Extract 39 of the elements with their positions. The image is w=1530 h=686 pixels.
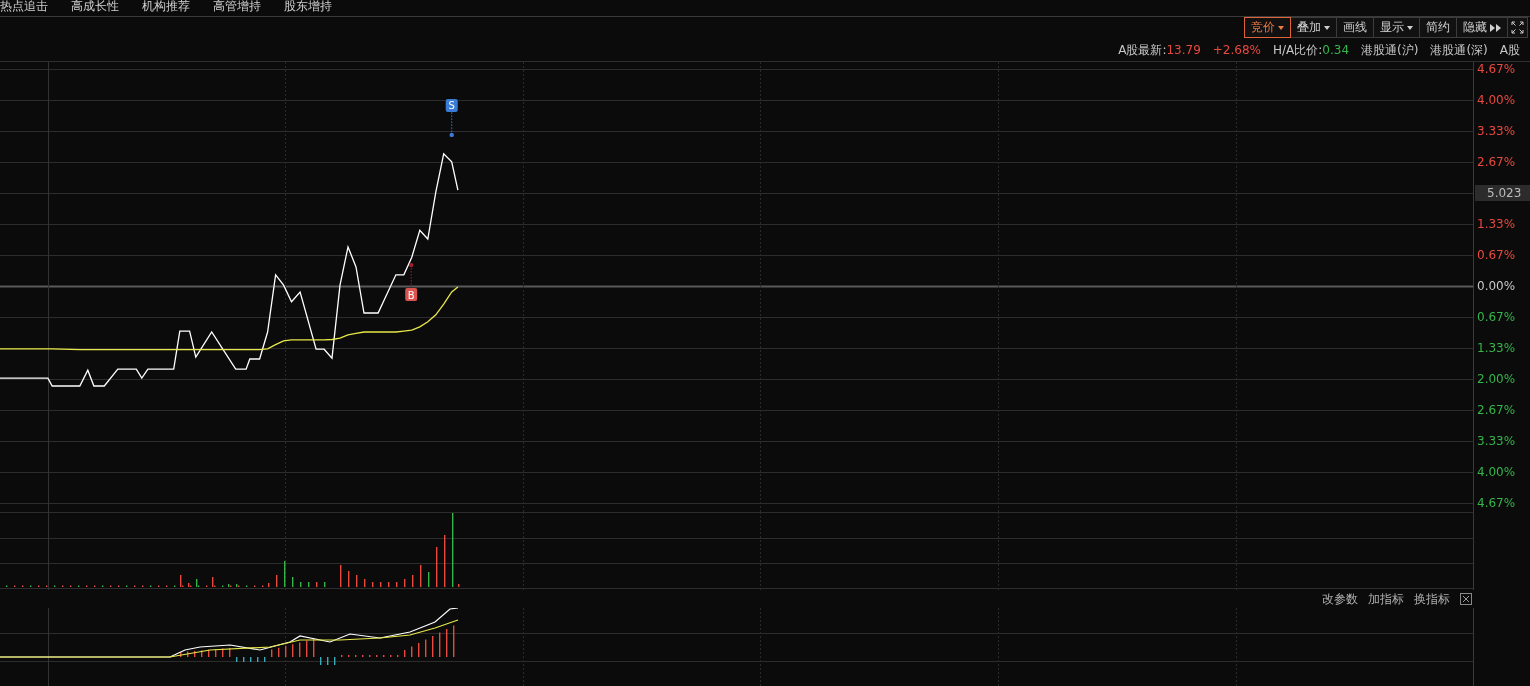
close-icon [1461,594,1471,604]
axis-label: 0.67% [1477,248,1516,262]
axis-label: 4.00% [1477,465,1516,479]
toolbar-button[interactable]: 叠加 [1290,17,1337,38]
indicator-action-link[interactable]: 换指标 [1414,590,1450,608]
close-button[interactable] [1460,593,1472,605]
info-link[interactable]: 港股通(深) [1430,41,1488,59]
axis-label: 2.67% [1477,155,1516,169]
toolbar-button[interactable]: 简约 [1419,17,1457,38]
menu-item[interactable]: 高管增持 [213,0,261,16]
toolbar-button[interactable]: 竞价 [1244,17,1291,38]
info-link[interactable]: A股 [1499,41,1520,59]
axis-label: 2.67% [1477,403,1516,417]
axis-label: 2.00% [1477,372,1516,386]
axis-label: 1.33% [1477,341,1516,355]
fullscreen-button[interactable] [1507,17,1528,38]
info-link[interactable]: 港股通(沪) [1361,41,1419,59]
menu-item[interactable]: 股东增持 [284,0,332,16]
axis-label: 4.67% [1477,496,1516,510]
axis-label: 0.00% [1477,279,1516,293]
axis-label: 3.33% [1477,434,1516,448]
info-label: H/A比价:0.34 [1273,41,1350,59]
axis-label: 3.33% [1477,124,1516,138]
info-label: A股最新:13.79 [1118,41,1201,59]
axis-label: 4.00% [1477,93,1516,107]
toolbar-button[interactable]: 隐藏 [1456,17,1508,38]
indicator-action-link[interactable]: 加指标 [1368,590,1404,608]
menu-item[interactable]: 高成长性 [71,0,119,16]
toolbar-button[interactable]: 显示 [1373,17,1420,38]
double-arrow-icon [1490,23,1501,32]
axis-label: 0.67% [1477,310,1516,324]
axis-label: 4.67% [1477,62,1516,76]
info-value: +2.68% [1212,43,1261,57]
menu-item[interactable]: 机构推荐 [142,0,190,16]
price-readout: 5.023 [1475,185,1530,201]
menu-item[interactable]: 热点追击 [0,0,48,16]
indicator-action-link[interactable]: 改参数 [1322,590,1358,608]
toolbar-button[interactable]: 画线 [1336,17,1374,38]
axis-label: 1.33% [1477,217,1516,231]
